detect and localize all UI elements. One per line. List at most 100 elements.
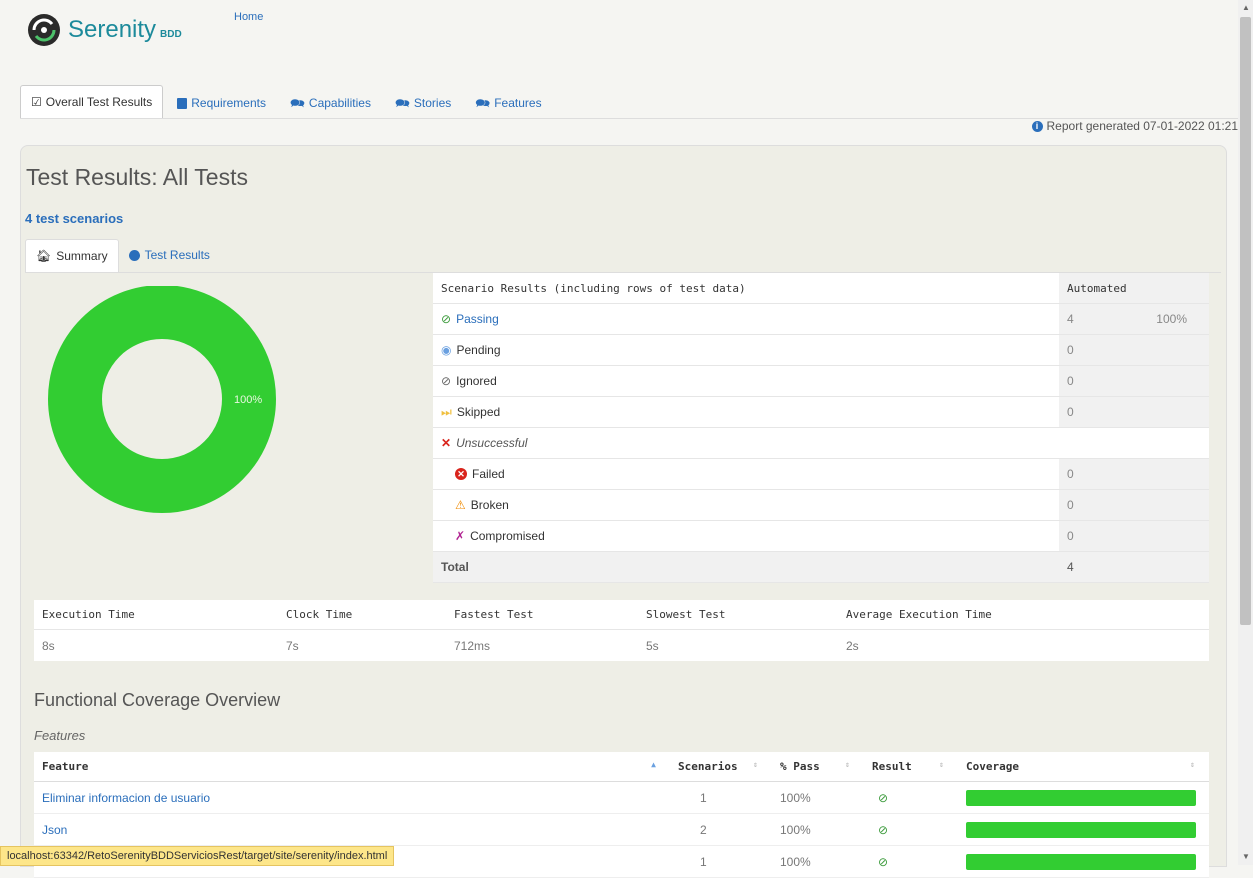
result-label: ✕ Failed: [433, 458, 1059, 490]
ignored-label: Ignored: [456, 374, 497, 388]
result-cell: ⊘: [864, 781, 958, 814]
scroll-up-icon[interactable]: ▲: [1242, 3, 1250, 12]
section-title: Functional Coverage Overview: [34, 690, 281, 710]
pass-value: 100%: [772, 781, 864, 814]
table-header-row: Execution Time Clock Time Fastest Test S…: [34, 600, 1209, 630]
serenity-logo[interactable]: Serenity BDD: [26, 12, 182, 48]
coverage-cell: [958, 813, 1209, 846]
passing-count: 4: [1059, 303, 1135, 335]
book-icon: [177, 97, 188, 109]
feature-link[interactable]: Json: [42, 823, 67, 837]
check-square-icon: ☑: [31, 95, 42, 109]
sub-tabs: 🏠︎ Summary Test Results: [25, 239, 220, 272]
column-header-label: Coverage: [966, 760, 1019, 773]
total-count: 4: [1059, 551, 1209, 583]
scroll-thumb[interactable]: [1240, 17, 1251, 625]
table-row: ⊘ Passing 4 100%: [433, 303, 1209, 335]
pass-value: 100%: [772, 813, 864, 846]
result-label: ⚠ Broken: [433, 489, 1059, 521]
result-label: ◉ Pending: [433, 334, 1059, 366]
check-circle-icon: ⊘: [878, 790, 889, 805]
table-header-row: Feature ▲ Scenarios ⇕ % Pass ⇕ Result ⇕ Cove…: [34, 752, 1209, 782]
execution-time-value: 8s: [42, 638, 55, 653]
table-row: Total 4: [433, 551, 1209, 583]
fast-forward-icon: ⏭: [441, 404, 452, 419]
compromised-count: 0: [1059, 520, 1209, 552]
table-row: 8s 7s 712ms 5s 2s: [34, 630, 1209, 662]
report-generated: i Report generated 07-01-2022 01:21: [1031, 119, 1238, 133]
check-circle-icon: ⊘: [441, 312, 452, 326]
check-circle-icon: ⊘: [878, 822, 889, 837]
column-header-feature[interactable]: Feature ▲: [34, 752, 670, 782]
column-header-coverage[interactable]: Coverage ⇕: [958, 752, 1209, 782]
column-header-scenarios[interactable]: Scenarios ⇕: [670, 752, 772, 782]
comments-icon: 🗪: [475, 96, 491, 110]
comments-icon: 🗪: [394, 96, 410, 110]
table-row: ✕ Unsuccessful: [433, 427, 1209, 459]
result-cell: ⊘: [864, 813, 958, 846]
tab-stories[interactable]: 🗪 Stories: [385, 88, 461, 118]
tab-requirements[interactable]: Requirements: [167, 88, 276, 118]
warning-icon: ⚠: [455, 498, 466, 512]
average-time-value: 2s: [846, 638, 859, 653]
column-header-label: % Pass: [780, 760, 820, 773]
scroll-down-icon[interactable]: ▼: [1242, 852, 1250, 861]
tab-label: Overall Test Results: [45, 95, 153, 109]
logo-sub: BDD: [160, 28, 182, 40]
header: Serenity BDD Home: [0, 0, 1238, 80]
scenario-count[interactable]: 4 test scenarios: [25, 211, 123, 226]
tab-summary[interactable]: 🏠︎ Summary: [25, 239, 119, 272]
result-label: ⊘ Passing: [433, 303, 1059, 335]
passing-link[interactable]: Passing: [456, 312, 499, 326]
result-label: ✕ Unsuccessful: [433, 427, 1209, 459]
result-label: ⏭ Skipped: [433, 396, 1059, 428]
pending-icon: ◉: [441, 343, 452, 357]
tab-features[interactable]: 🗪 Features: [465, 88, 551, 118]
column-header-label: Result: [872, 760, 912, 773]
coverage-cell: [958, 845, 1209, 878]
automated-header: Automated: [1059, 273, 1209, 304]
slowest-test-value: 5s: [646, 638, 659, 653]
table-row: Json 2 100% ⊘: [34, 813, 1209, 846]
coverage-cell: [958, 781, 1209, 814]
unsuccessful-label: Unsuccessful: [456, 436, 528, 450]
tab-test-results[interactable]: Test Results: [119, 239, 220, 271]
execution-time-table: Execution Time Clock Time Fastest Test S…: [34, 600, 1209, 661]
column-header-result[interactable]: Result ⇕: [864, 752, 958, 782]
ignored-count: 0: [1059, 365, 1209, 397]
tab-label: Capabilities: [308, 96, 371, 110]
tab-label: Test Results: [144, 248, 210, 262]
home-link[interactable]: Home: [234, 11, 263, 23]
table-row: Eliminar informacion de usuario 1 100% ⊘: [34, 781, 1209, 814]
vertical-scrollbar[interactable]: ▲ ▼: [1238, 0, 1253, 865]
serenity-logo-icon: [28, 14, 60, 46]
passing-pct: 100%: [1135, 303, 1209, 335]
compromised-label: Compromised: [470, 529, 545, 543]
table-row: ⊘ Ignored 0: [433, 365, 1209, 397]
column-header-label: Feature: [42, 760, 89, 773]
coverage-bar: [966, 853, 1196, 870]
table-row: ◉ Pending 0: [433, 334, 1209, 366]
sort-icon: ⇕: [845, 760, 850, 769]
tab-capabilities[interactable]: 🗪 Capabilities: [280, 88, 381, 118]
feature-link[interactable]: Eliminar informacion de usuario: [42, 791, 210, 805]
column-header-label: Scenarios: [678, 760, 738, 773]
table-row: ✗ Compromised 0: [433, 520, 1209, 552]
tab-overall-test-results[interactable]: ☑ Overall Test Results: [20, 85, 164, 118]
coverage-bar: [966, 789, 1196, 806]
table-row: ✕ Failed 0: [433, 458, 1209, 490]
features-label: Features: [34, 728, 86, 743]
dashboard-icon: [128, 249, 140, 261]
column-header: Slowest Test: [638, 600, 838, 630]
table-header-row: Scenario Results (including rows of test…: [433, 273, 1209, 304]
clock-time-value: 7s: [286, 638, 299, 653]
results-header: Scenario Results (including rows of test…: [433, 273, 1059, 304]
browser-status-url: localhost:63342/RetoSerenityBDDServicios…: [0, 846, 395, 866]
unlink-icon: ✗: [455, 529, 466, 543]
scenarios-value: 1: [670, 845, 772, 878]
comments-icon: 🗪: [289, 96, 305, 110]
scenarios-value: 2: [670, 813, 772, 846]
column-header-pass[interactable]: % Pass ⇕: [772, 752, 864, 782]
failed-label: Failed: [472, 467, 505, 481]
sort-icon: ⇕: [1190, 760, 1195, 769]
